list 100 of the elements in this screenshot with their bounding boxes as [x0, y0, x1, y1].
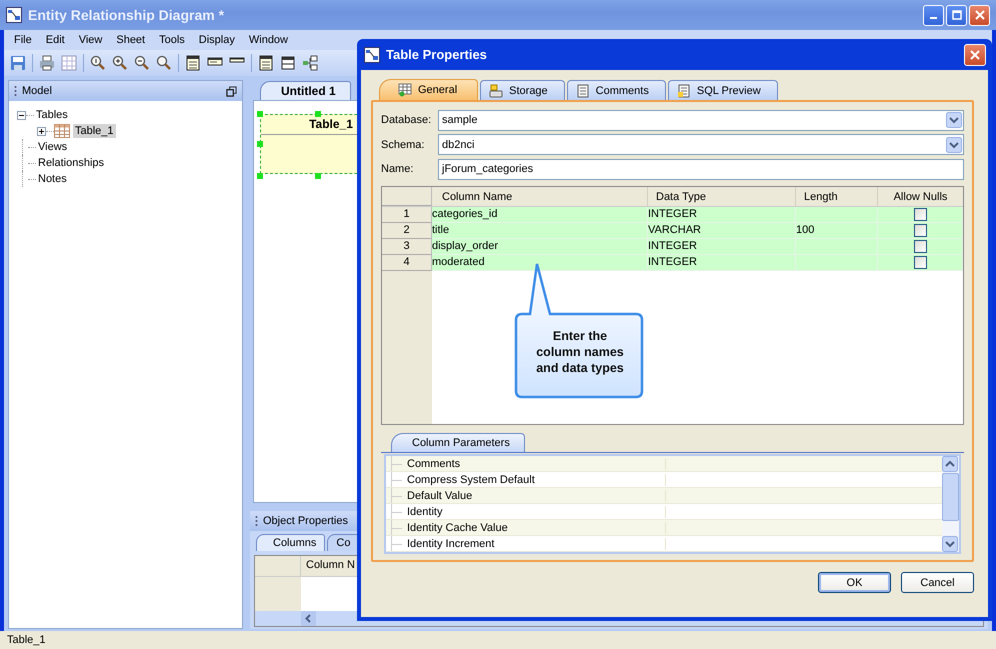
zoom-icon[interactable] — [156, 55, 172, 71]
table-cell[interactable]: INTEGER — [648, 207, 796, 224]
callout-text: Enter the column names and data types — [535, 328, 625, 376]
property-name[interactable]: Identity Increment — [407, 538, 666, 550]
grid-icon[interactable] — [61, 55, 77, 71]
close-icon — [970, 50, 980, 60]
grip-icon — [14, 85, 17, 97]
selection-handle[interactable] — [257, 173, 263, 179]
panel-title: Model — [22, 85, 52, 97]
grip-icon — [255, 515, 258, 527]
selection-handle[interactable] — [315, 111, 321, 117]
table-cell[interactable] — [796, 207, 878, 224]
property-name[interactable]: Identity — [407, 506, 666, 518]
menu-item[interactable]: Window — [242, 34, 296, 46]
diagram-icon — [6, 7, 22, 23]
column-header[interactable]: Column Name — [432, 187, 648, 206]
scroll-up-button[interactable] — [942, 456, 958, 472]
zoom-in-icon[interactable] — [112, 55, 128, 71]
tree-item[interactable]: Table_1 — [73, 124, 116, 138]
row-number[interactable]: 2 — [382, 223, 432, 240]
minimize-button[interactable] — [923, 4, 944, 26]
menu-item[interactable]: File — [8, 34, 40, 46]
expander-icon[interactable] — [17, 110, 26, 120]
selection-handle[interactable] — [315, 173, 321, 179]
tree-item[interactable]: Relationships — [36, 156, 106, 170]
table-cell[interactable]: 100 — [796, 223, 878, 240]
table-cell[interactable] — [796, 239, 878, 256]
diagram-icon — [364, 46, 380, 62]
dialog-tab[interactable]: Comments — [566, 80, 666, 100]
row-number[interactable]: 1 — [382, 207, 432, 224]
tree-item[interactable]: Views — [36, 140, 70, 154]
maximize-button[interactable] — [946, 4, 967, 26]
row-number[interactable]: 3 — [382, 239, 432, 256]
table-icon[interactable] — [258, 55, 274, 71]
table-cell[interactable]: VARCHAR — [648, 223, 796, 240]
view-icon[interactable] — [280, 55, 296, 71]
dialog-title: Table Properties — [386, 47, 488, 62]
table-icon — [54, 124, 70, 138]
table-cell[interactable]: title — [432, 223, 648, 240]
selection-handle[interactable] — [257, 141, 263, 147]
printer-icon[interactable] — [39, 55, 55, 71]
close-icon — [974, 10, 984, 20]
scroll-left-button[interactable] — [301, 611, 316, 626]
document-icon — [576, 84, 590, 98]
dialog-button[interactable]: OK — [818, 572, 891, 593]
properties-tab[interactable]: Columns — [256, 534, 326, 551]
table-cell[interactable]: moderated — [432, 255, 648, 272]
drive-icon — [489, 84, 504, 98]
scroll-thumb[interactable] — [942, 473, 959, 521]
menu-item[interactable]: View — [72, 34, 110, 46]
input-field[interactable]: jForum_categories — [438, 158, 964, 180]
relationship-icon[interactable] — [302, 55, 318, 71]
window-title: Entity Relationship Diagram * — [28, 7, 226, 23]
dropdown-field[interactable]: sample — [438, 110, 964, 131]
menu-item[interactable]: Tools — [153, 34, 193, 46]
parameters-tab[interactable]: Column Parameters — [391, 433, 525, 452]
scrollbar[interactable] — [942, 456, 959, 552]
dialog-tab[interactable]: SQL Preview — [668, 80, 778, 100]
property-name[interactable]: Compress System Default — [407, 474, 666, 486]
scroll-down-button[interactable] — [942, 536, 958, 552]
close-button[interactable] — [964, 44, 986, 66]
dropdown-field[interactable]: db2nci — [438, 134, 964, 156]
checkbox[interactable] — [914, 208, 926, 222]
status-text: Table_1 — [7, 634, 46, 646]
column-header[interactable]: Length — [796, 187, 878, 206]
maximize-icon — [952, 10, 962, 20]
row-number[interactable]: 4 — [382, 255, 432, 272]
selection-handle[interactable] — [257, 111, 263, 117]
dialog-tab[interactable]: Storage — [480, 80, 565, 100]
close-button[interactable] — [969, 4, 990, 26]
column-header[interactable]: Data Type — [648, 187, 796, 206]
zoom-actual-icon[interactable] — [90, 55, 106, 71]
save-icon[interactable] — [10, 55, 26, 71]
restore-icon[interactable] — [226, 86, 237, 96]
menu-item[interactable]: Edit — [40, 34, 73, 46]
table-icon[interactable] — [185, 55, 201, 71]
properties-tab[interactable]: Co — [327, 534, 360, 551]
minimize-icon — [930, 17, 937, 19]
checkbox[interactable] — [914, 240, 926, 254]
table-icon — [398, 83, 412, 97]
panel-title: Object Properties — [263, 515, 348, 527]
table-cell[interactable]: display_order — [432, 239, 648, 256]
tree-item[interactable]: Notes — [36, 172, 69, 186]
expander-icon[interactable] — [37, 126, 46, 136]
checkbox[interactable] — [914, 224, 926, 238]
tree-item[interactable]: Tables — [34, 108, 70, 122]
table-cell[interactable] — [796, 255, 878, 272]
column-header[interactable]: Allow Nulls — [878, 187, 963, 206]
table-cell[interactable]: categories_id — [432, 207, 648, 224]
dialog-tab[interactable]: General — [379, 79, 478, 100]
document-icon — [676, 84, 691, 98]
checkbox[interactable] — [914, 256, 926, 270]
table-cell[interactable]: INTEGER — [648, 255, 796, 272]
menu-item[interactable]: Display — [192, 34, 243, 46]
column-header: Column N — [305, 558, 356, 573]
table-cell[interactable]: INTEGER — [648, 239, 796, 256]
dialog-button[interactable]: Cancel — [901, 572, 974, 593]
menu-item[interactable]: Sheet — [110, 34, 154, 46]
zoom-out-icon[interactable] — [134, 55, 150, 71]
document-tab[interactable]: Untitled 1 — [260, 81, 351, 100]
